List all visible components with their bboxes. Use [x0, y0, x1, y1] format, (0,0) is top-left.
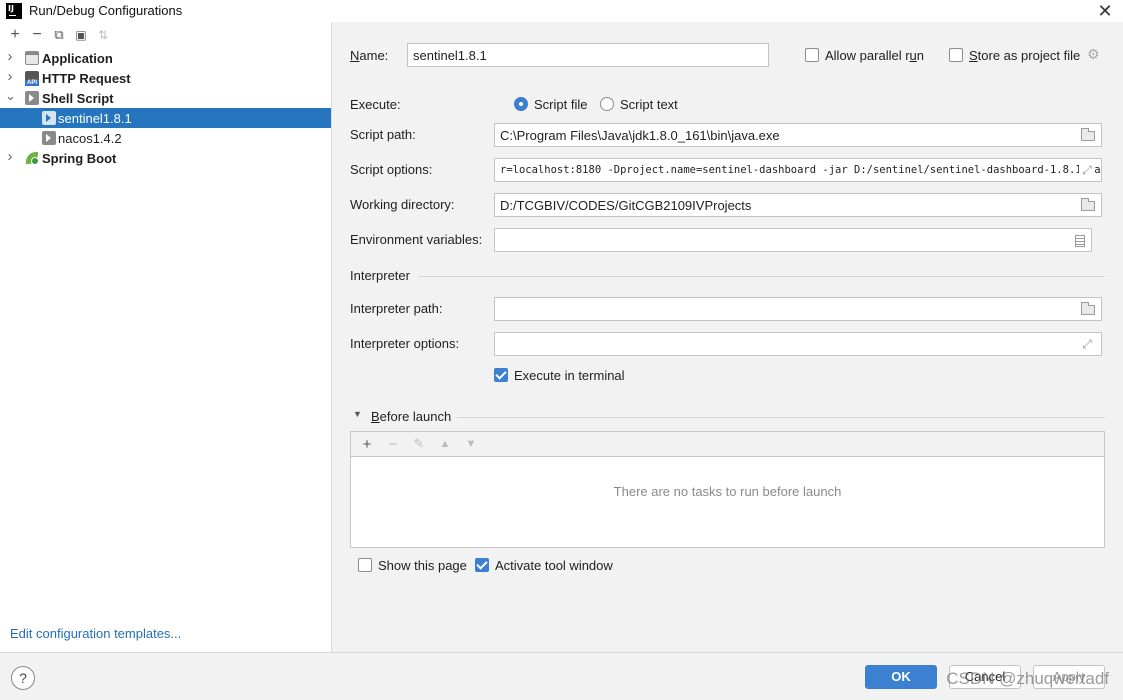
close-window-button[interactable]: ✕ [1095, 1, 1115, 21]
help-button[interactable]: ? [11, 666, 35, 690]
execute-in-terminal-checkbox[interactable] [494, 368, 508, 382]
name-value: sentinel1.8.1 [413, 47, 487, 63]
intellij-logo-icon: IJ [6, 3, 22, 19]
execute-label: Execute: [350, 97, 401, 112]
ok-button[interactable]: OK [865, 665, 937, 689]
chevron-right-icon[interactable]: › [5, 68, 15, 85]
edit-list-icon[interactable] [1075, 235, 1085, 247]
script-text-label: Script text [620, 97, 678, 112]
interpreter-separator [419, 276, 1105, 277]
add-icon[interactable]: + [4, 24, 26, 46]
add-task-icon[interactable]: + [354, 433, 380, 455]
store-as-project-file-checkbox[interactable] [949, 48, 963, 62]
dialog-button-bar: ? OK Cancel Apply CSDN @zhuqwertadf [0, 652, 1123, 700]
working-directory-input[interactable]: D:/TCGBIV/CODES/GitCGB2109IVProjects [494, 193, 1102, 217]
chevron-down-icon[interactable]: ⌄ [5, 88, 16, 104]
environment-variables-label: Environment variables: [350, 232, 483, 247]
collapse-triangle-icon[interactable]: ▼ [353, 409, 362, 419]
script-file-radio[interactable] [514, 97, 528, 111]
tree-item-sentinel1-8-1[interactable]: sentinel1.8.1 [0, 108, 331, 128]
shell-script-icon [42, 111, 56, 125]
remove-task-icon[interactable]: − [380, 433, 406, 455]
configurations-tree: › Application › HTTP Request ⌄ Shell Script se… [0, 48, 331, 168]
before-launch-tasks: + − ✎ ▲ ▼ There are no tasks to run befo… [350, 431, 1105, 548]
title-bar: IJ Run/Debug Configurations ✕ [0, 0, 1123, 22]
environment-variables-input[interactable] [494, 228, 1092, 252]
execute-in-terminal-label: Execute in terminal [514, 368, 625, 383]
browse-folder-icon[interactable] [1081, 128, 1095, 141]
script-options-value: r=localhost:8180 -Dproject.name=sentinel… [500, 164, 1102, 176]
tree-item-shell-script[interactable]: ⌄ Shell Script [0, 88, 331, 108]
tree-item-label: Spring Boot [42, 150, 117, 166]
browse-folder-icon[interactable] [1081, 198, 1095, 211]
http-request-icon [25, 71, 39, 86]
shell-script-icon [25, 91, 39, 105]
name-input[interactable]: sentinel1.8.1 [407, 43, 769, 67]
script-path-value: C:\Program Files\Java\jdk1.8.0_161\bin\j… [500, 127, 780, 143]
move-down-icon[interactable]: ▼ [458, 433, 484, 455]
watermark: CSDN @zhuqwertadf [946, 669, 1109, 688]
chevron-right-icon[interactable]: › [5, 148, 15, 165]
configuration-form: Name: sentinel1.8.1 Allow parallel run S… [333, 22, 1123, 652]
folder-add-icon[interactable]: ▣ [70, 24, 92, 46]
show-this-page-checkbox[interactable] [358, 558, 372, 572]
expand-icon[interactable]: ⤢ [1079, 163, 1095, 177]
script-file-label: Script file [534, 97, 588, 112]
tree-item-label: nacos1.4.2 [58, 130, 122, 146]
spring-boot-icon [25, 151, 39, 165]
allow-parallel-run-label: Allow parallel run [825, 48, 925, 63]
configurations-panel: + − ⧉ ▣ ⇅ › Application › HTTP Request ⌄ Shel… [0, 22, 332, 652]
tree-item-label: sentinel1.8.1 [58, 110, 132, 126]
tree-item-label: Shell Script [42, 90, 114, 106]
before-launch-toolbar: + − ✎ ▲ ▼ [351, 432, 1104, 457]
script-options-input[interactable]: r=localhost:8180 -Dproject.name=sentinel… [494, 158, 1102, 182]
before-launch-header[interactable]: Before launch [371, 409, 451, 424]
tree-item-nacos1-4-2[interactable]: nacos1.4.2 [0, 128, 331, 148]
interpreter-section-header: Interpreter [350, 268, 410, 283]
browse-folder-icon[interactable] [1081, 302, 1095, 315]
activate-tool-window-checkbox[interactable] [475, 558, 489, 572]
move-up-icon[interactable]: ▲ [432, 433, 458, 455]
working-directory-label: Working directory: [350, 197, 455, 212]
interpreter-options-label: Interpreter options: [350, 336, 460, 351]
no-tasks-message: There are no tasks to run before launch [613, 484, 842, 499]
edit-configuration-templates-link[interactable]: Edit configuration templates... [10, 626, 181, 641]
window-title: Run/Debug Configurations [29, 3, 183, 18]
configurations-toolbar: + − ⧉ ▣ ⇅ [0, 22, 331, 48]
edit-task-icon[interactable]: ✎ [406, 433, 432, 455]
copy-icon[interactable]: ⧉ [48, 24, 70, 46]
allow-parallel-run-checkbox[interactable] [805, 48, 819, 62]
tree-item-http-request[interactable]: › HTTP Request [0, 68, 331, 88]
tree-item-spring-boot[interactable]: › Spring Boot [0, 148, 331, 168]
show-this-page-label: Show this page [378, 558, 467, 573]
interpreter-options-input[interactable]: ⤢ [494, 332, 1102, 356]
shell-script-icon [42, 131, 56, 145]
tree-item-label: Application [42, 50, 113, 66]
gear-icon[interactable]: ⚙ [1087, 46, 1100, 63]
script-path-input[interactable]: C:\Program Files\Java\jdk1.8.0_161\bin\j… [494, 123, 1102, 147]
chevron-right-icon[interactable]: › [5, 48, 15, 65]
activate-tool-window-label: Activate tool window [495, 558, 613, 573]
name-label: Name: [350, 48, 389, 63]
working-directory-value: D:/TCGBIV/CODES/GitCGB2109IVProjects [500, 197, 752, 213]
expand-icon[interactable]: ⤢ [1079, 337, 1095, 351]
sort-icon[interactable]: ⇅ [92, 24, 114, 46]
script-path-label: Script path: [350, 127, 416, 142]
remove-icon[interactable]: − [26, 24, 48, 46]
interpreter-path-label: Interpreter path: [350, 301, 443, 316]
store-as-project-file-label: Store as project file [969, 48, 1081, 63]
tree-item-application[interactable]: › Application [0, 48, 331, 68]
script-options-label: Script options: [350, 162, 433, 177]
before-launch-separator [457, 417, 1105, 418]
tree-item-label: HTTP Request [42, 70, 131, 86]
application-icon [25, 51, 39, 65]
interpreter-path-input[interactable] [494, 297, 1102, 321]
script-text-radio[interactable] [600, 97, 614, 111]
